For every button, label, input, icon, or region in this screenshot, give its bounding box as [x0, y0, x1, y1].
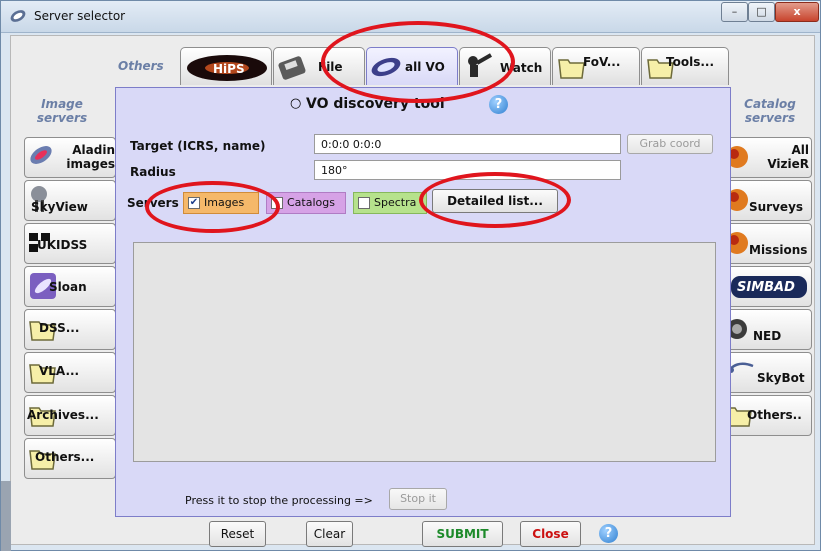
submit-button[interactable]: SUBMIT — [422, 521, 503, 547]
tab-hips[interactable]: HiPS — [180, 47, 272, 85]
images-checkbox[interactable]: ✔ Images — [183, 192, 259, 214]
server-dss[interactable]: DSS... — [24, 309, 116, 350]
tab-fov[interactable]: FoV... — [552, 47, 640, 85]
spectra-checkbox[interactable]: Spectra — [353, 192, 427, 214]
watch-icon — [468, 53, 492, 77]
reset-button[interactable]: Reset — [209, 521, 266, 547]
window-edge-strip — [1, 481, 11, 551]
others-tab-group-label: Others — [118, 59, 164, 73]
server-aladin-images[interactable]: Aladin images — [24, 137, 116, 178]
servers-label: Servers — [127, 196, 179, 210]
checkmark-icon: ✔ — [188, 197, 200, 209]
server-surveys[interactable]: Surveys — [720, 180, 812, 221]
results-area[interactable] — [133, 242, 716, 462]
title-bar[interactable]: Server selector – □ x — [1, 1, 820, 33]
server-skyview[interactable]: SkyView — [24, 180, 116, 221]
tab-watch[interactable]: Watch — [459, 47, 551, 85]
catalog-servers-heading: Catalog servers — [744, 97, 796, 125]
radius-input[interactable]: 180° — [314, 160, 621, 180]
maximize-icon: □ — [756, 5, 767, 18]
panel-title: VO discovery tool — [306, 96, 445, 112]
close-button[interactable]: Close — [520, 521, 581, 547]
server-selector-window: Server selector – □ x Image servers Alad… — [0, 0, 821, 551]
image-servers-heading: Image servers — [36, 97, 88, 125]
stop-it-button[interactable]: Stop it — [389, 488, 447, 510]
target-label: Target (ICRS, name) — [130, 139, 266, 153]
clear-button[interactable]: Clear — [306, 521, 353, 547]
target-input[interactable]: 0:0:0 0:0:0 — [314, 134, 621, 154]
radius-label: Radius — [130, 165, 176, 179]
radio-icon[interactable]: ○ — [290, 96, 301, 111]
tab-all-vo[interactable]: all VO — [366, 47, 458, 85]
unchecked-box-icon — [271, 197, 283, 209]
help-icon[interactable]: ? — [489, 95, 508, 114]
catalogs-checkbox[interactable]: Catalogs — [266, 192, 346, 214]
dialog-client-area: Image servers Aladin images SkyView UKID… — [10, 35, 815, 547]
server-others-catalogs[interactable]: Others.. — [720, 395, 812, 436]
vo-icon — [371, 57, 401, 77]
detailed-list-button[interactable]: Detailed list... — [432, 189, 558, 213]
window-title: Server selector — [34, 9, 126, 23]
server-ned[interactable]: NED — [720, 309, 812, 350]
aladin-app-icon — [10, 10, 26, 22]
close-icon: x — [793, 5, 801, 18]
help-icon[interactable]: ? — [599, 524, 618, 543]
tab-tools[interactable]: Tools... — [641, 47, 729, 85]
disk-icon — [278, 56, 306, 80]
server-ukidss[interactable]: UKIDSS — [24, 223, 116, 264]
vo-discovery-panel: ○ VO discovery tool ? Target (ICRS, name… — [115, 87, 731, 517]
unchecked-box-icon — [358, 197, 370, 209]
stop-instruction: Press it to stop the processing => — [185, 494, 373, 507]
grab-coord-button[interactable]: Grab coord — [627, 134, 713, 154]
server-archives[interactable]: Archives... — [24, 395, 116, 436]
maximize-button[interactable]: □ — [748, 2, 775, 22]
server-sloan[interactable]: Sloan — [24, 266, 116, 307]
server-missions[interactable]: Missions — [720, 223, 812, 264]
server-all-vizier[interactable]: All VizieR — [720, 137, 812, 178]
minimize-button[interactable]: – — [721, 2, 748, 22]
minimize-icon: – — [731, 5, 738, 18]
server-skybot[interactable]: SkyBot — [720, 352, 812, 393]
close-window-button[interactable]: x — [775, 2, 819, 22]
server-vla[interactable]: VLA... — [24, 352, 116, 393]
server-others-images[interactable]: Others... — [24, 438, 116, 479]
tab-file[interactable]: File — [273, 47, 365, 85]
server-simbad[interactable]: SIMBAD — [720, 266, 812, 307]
